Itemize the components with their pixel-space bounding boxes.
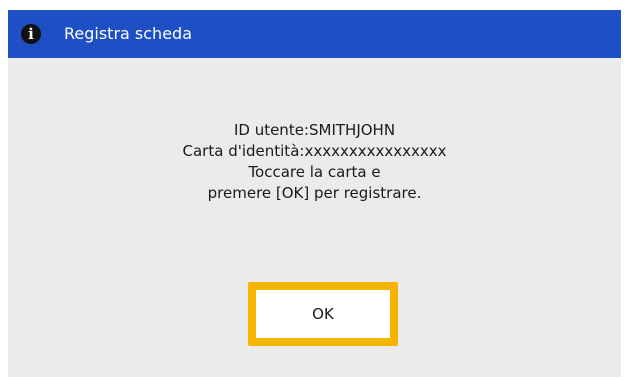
registration-screen: i Registra scheda ID utente:SMITHJOHN Ca…	[8, 10, 621, 377]
ok-button-highlight: OK	[248, 282, 398, 346]
user-id-line: ID utente:SMITHJOHN	[8, 120, 621, 141]
card-line: Carta d'identità:xxxxxxxxxxxxxxxx	[8, 141, 621, 162]
title-bar: i Registra scheda	[8, 10, 621, 58]
card-label: Carta d'identità:	[182, 142, 305, 160]
instruction-line-2: premere [OK] per registrare.	[207, 184, 422, 202]
instruction-line-1: Toccare la carta e	[248, 163, 381, 181]
info-icon: i	[21, 24, 41, 44]
registration-message: ID utente:SMITHJOHN Carta d'identità:xxx…	[8, 120, 621, 204]
page-title: Registra scheda	[64, 24, 192, 43]
card-value: xxxxxxxxxxxxxxxx	[304, 142, 447, 160]
ok-button[interactable]: OK	[256, 290, 390, 338]
user-id-value: SMITHJOHN	[308, 121, 396, 139]
user-id-label: ID utente:	[233, 121, 309, 139]
